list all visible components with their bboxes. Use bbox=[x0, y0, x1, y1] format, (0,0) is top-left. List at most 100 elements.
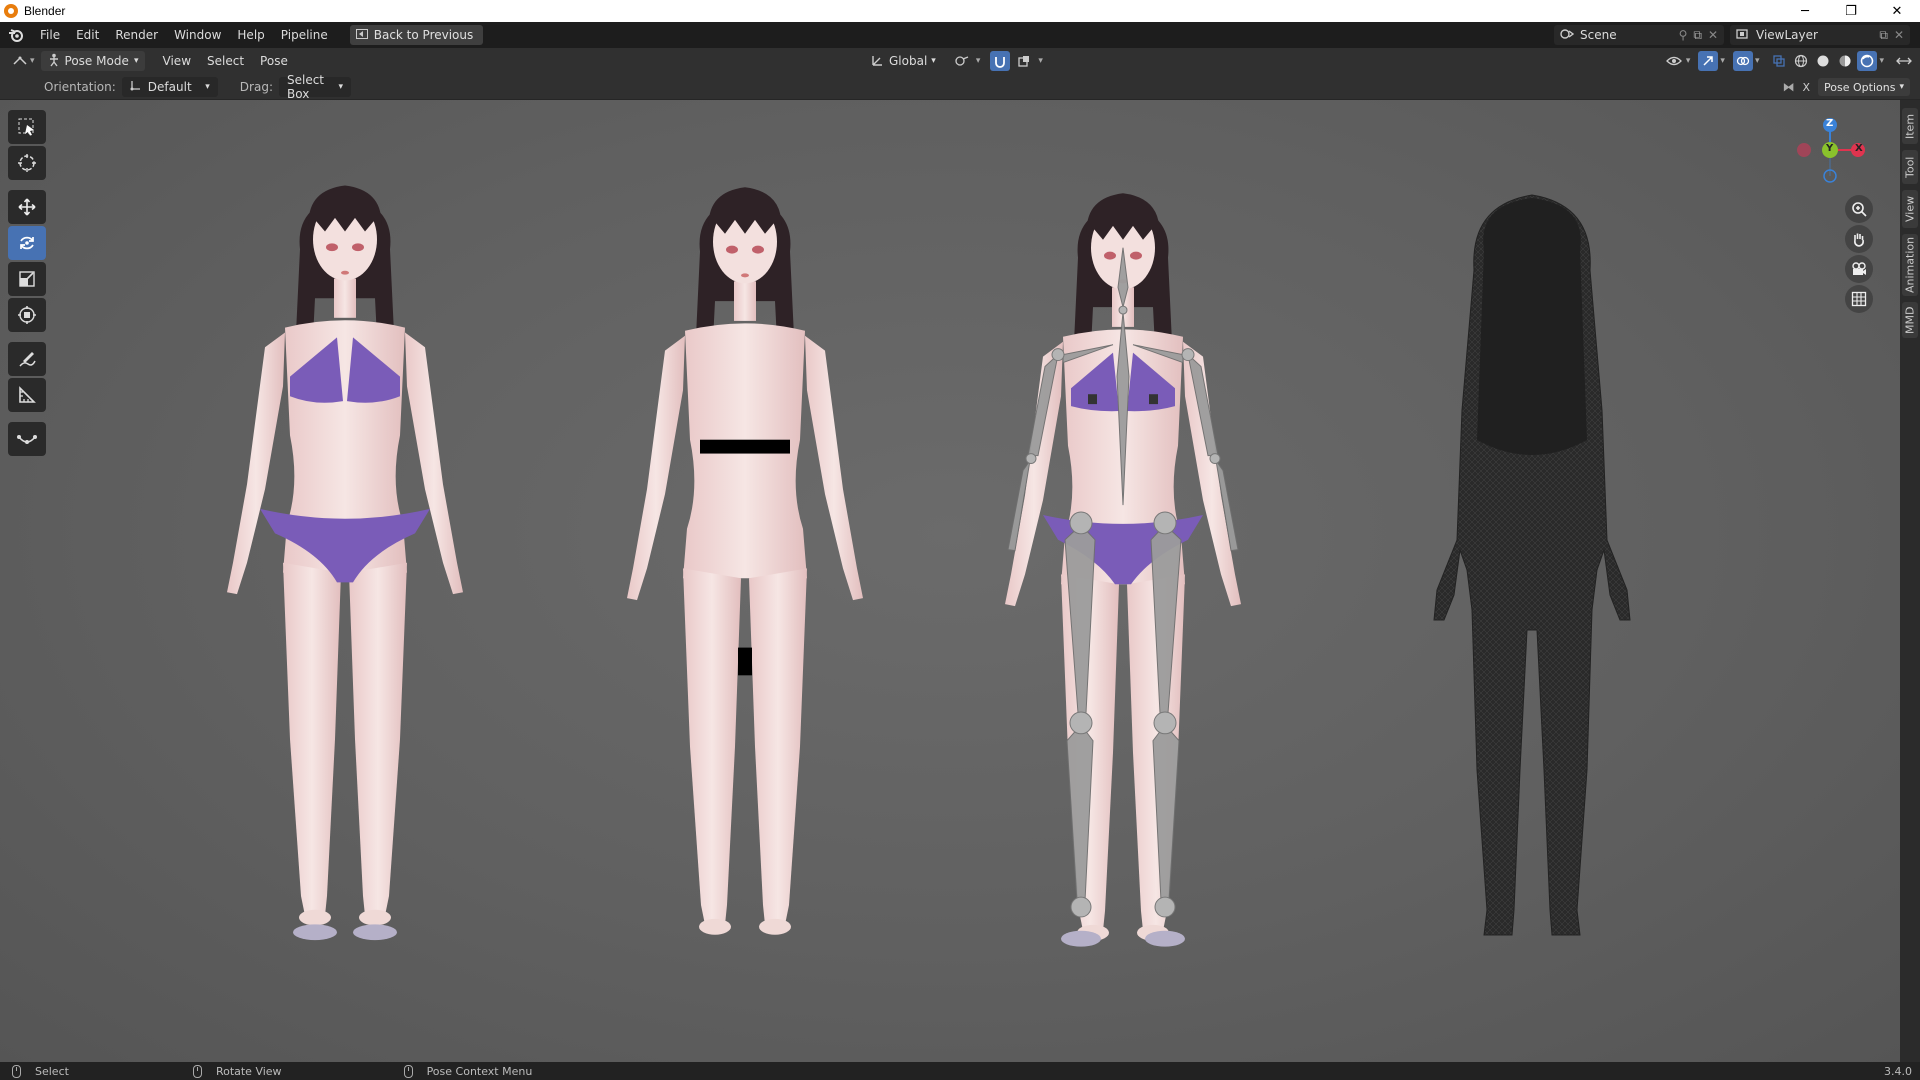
viewport-scene bbox=[227, 185, 1631, 947]
viewport-shading-controls: ▾ ▾ ▾ ▾ bbox=[1664, 51, 1914, 71]
pan-hand-icon[interactable] bbox=[1845, 225, 1873, 253]
breakdowner-tool-icon[interactable] bbox=[8, 422, 46, 456]
chevron-down-icon[interactable]: ▾ bbox=[1755, 56, 1760, 66]
menu-window[interactable]: Window bbox=[166, 22, 229, 48]
annotate-tool-icon[interactable] bbox=[8, 342, 46, 376]
perspective-grid-icon[interactable] bbox=[1845, 285, 1873, 313]
move-tool-icon[interactable] bbox=[8, 190, 46, 224]
material-shading-icon[interactable] bbox=[1835, 51, 1855, 71]
drag-selector[interactable]: Select Box ▾ bbox=[278, 73, 351, 101]
menu-help[interactable]: Help bbox=[229, 22, 272, 48]
editor-type-chevron-icon[interactable]: ▾ bbox=[30, 56, 35, 66]
character-wireframe[interactable] bbox=[1433, 194, 1631, 936]
visibility-eye-icon[interactable] bbox=[1664, 51, 1684, 71]
xray-toggle-icon[interactable] bbox=[1769, 51, 1789, 71]
navigation-gizmo[interactable]: Z Y X bbox=[1790, 108, 1870, 188]
editor-type-icon[interactable] bbox=[10, 51, 30, 71]
scene-selector-area: Scene ⚲ ⧉ ✕ ViewLayer ⧉ ✕ bbox=[1554, 22, 1920, 48]
top-menu-bar: File Edit Render Window Help Pipeline Ba… bbox=[0, 22, 1920, 48]
rotate-tool-icon[interactable] bbox=[8, 226, 46, 260]
measure-tool-icon[interactable] bbox=[8, 378, 46, 412]
menu-edit[interactable]: Edit bbox=[68, 22, 107, 48]
gizmo-toggle-icon[interactable] bbox=[1698, 51, 1719, 71]
remove-scene-icon[interactable]: ✕ bbox=[1708, 28, 1718, 42]
character-censored[interactable] bbox=[627, 187, 863, 935]
sidebar-tab-tool[interactable]: Tool bbox=[1902, 150, 1918, 184]
tool-settings-bar: Orientation: Default ▾ Drag: Select Box … bbox=[0, 73, 1920, 101]
mirror-icon[interactable]: ⧓ bbox=[1783, 80, 1795, 94]
menu-render[interactable]: Render bbox=[107, 22, 166, 48]
orientation-label: Orientation: bbox=[44, 79, 116, 94]
view-layer-name: ViewLayer bbox=[1756, 28, 1818, 42]
pivot-point-icon[interactable] bbox=[952, 51, 972, 71]
solid-shading-icon[interactable] bbox=[1813, 51, 1833, 71]
new-scene-icon[interactable]: ⧉ bbox=[1693, 28, 1702, 43]
pin-icon[interactable]: ⚲ bbox=[1679, 28, 1688, 42]
cursor-tool-icon[interactable] bbox=[8, 146, 46, 180]
pose-options-dropdown[interactable]: Pose Options ▾ bbox=[1818, 78, 1910, 96]
menu-pose[interactable]: Pose bbox=[252, 54, 296, 68]
chevron-down-icon[interactable]: ▾ bbox=[1720, 56, 1725, 66]
status-bar: Select Rotate View Pose Context Menu 3.4… bbox=[0, 1062, 1920, 1080]
drag-label: Drag: bbox=[239, 79, 273, 94]
maximize-button[interactable]: ❐ bbox=[1828, 0, 1874, 22]
chevron-down-icon: ▾ bbox=[205, 81, 210, 92]
character-bikini[interactable] bbox=[227, 185, 463, 941]
transform-tool-icon[interactable] bbox=[8, 298, 46, 332]
camera-view-icon[interactable] bbox=[1845, 255, 1873, 283]
chevron-down-icon[interactable]: ▾ bbox=[1879, 56, 1884, 66]
minimize-button[interactable]: ─ bbox=[1782, 0, 1828, 22]
menu-file[interactable]: File bbox=[32, 22, 68, 48]
scale-tool-icon[interactable] bbox=[8, 262, 46, 296]
sidebar-tab-view[interactable]: View bbox=[1902, 190, 1918, 228]
zoom-icon[interactable] bbox=[1845, 195, 1873, 223]
sidebar-tab-animation[interactable]: Animation bbox=[1902, 234, 1918, 296]
wireframe-shading-icon[interactable] bbox=[1791, 51, 1811, 71]
window-controls: ─ ❐ ✕ bbox=[1782, 0, 1920, 22]
menu-select[interactable]: Select bbox=[199, 54, 252, 68]
menu-pipeline[interactable]: Pipeline bbox=[273, 22, 336, 48]
status-pose-context: Pose Context Menu bbox=[403, 1064, 533, 1078]
x-mirror-toggle[interactable]: X bbox=[1803, 81, 1811, 94]
sidebar-tab-mmd[interactable]: MMD bbox=[1902, 302, 1918, 338]
rendered-shading-icon[interactable] bbox=[1857, 51, 1878, 71]
mode-label: Pose Mode bbox=[64, 54, 129, 68]
new-view-layer-icon[interactable]: ⧉ bbox=[1879, 28, 1888, 43]
character-armature[interactable] bbox=[1005, 193, 1241, 947]
snap-toggle-icon[interactable] bbox=[990, 51, 1011, 71]
transform-orientation-selector[interactable]: Global ▾ bbox=[865, 51, 942, 71]
mode-selector[interactable]: Pose Mode ▾ bbox=[40, 51, 145, 71]
orientation-value: Default bbox=[147, 79, 192, 94]
chevron-down-icon[interactable]: ▾ bbox=[1686, 56, 1691, 66]
gizmo-x-label: X bbox=[1855, 143, 1863, 154]
select-box-tool-icon[interactable] bbox=[8, 110, 46, 144]
chevron-down-icon[interactable]: ▾ bbox=[1038, 56, 1043, 66]
back-to-previous-button[interactable]: Back to Previous bbox=[349, 25, 484, 45]
blender-logo-icon[interactable] bbox=[0, 22, 32, 48]
sidebar-tab-item[interactable]: Item bbox=[1902, 108, 1918, 144]
scene-selector[interactable]: Scene ⚲ ⧉ ✕ bbox=[1554, 25, 1724, 45]
scene-name: Scene bbox=[1580, 28, 1617, 42]
pose-options-label: Pose Options bbox=[1824, 80, 1896, 94]
drag-value: Select Box bbox=[286, 72, 325, 101]
sidebar-toggle-icon[interactable] bbox=[1894, 51, 1914, 71]
gizmo-z-label: Z bbox=[1826, 118, 1834, 129]
3d-viewport[interactable]: Z Y X bbox=[0, 100, 1900, 1062]
close-button[interactable]: ✕ bbox=[1874, 0, 1920, 22]
chevron-down-icon[interactable]: ▾ bbox=[976, 56, 981, 66]
remove-view-layer-icon[interactable]: ✕ bbox=[1894, 28, 1904, 42]
status-rotate-view: Rotate View bbox=[192, 1064, 282, 1078]
left-mouse-icon bbox=[12, 1064, 21, 1078]
status-select: Select bbox=[12, 1064, 69, 1078]
view-layer-selector[interactable]: ViewLayer ⧉ ✕ bbox=[1730, 25, 1910, 45]
status-pose-context-label: Pose Context Menu bbox=[426, 1064, 533, 1078]
menu-view[interactable]: View bbox=[155, 54, 199, 68]
right-mouse-icon bbox=[403, 1064, 413, 1078]
sidebar-tabs: Item Tool View Animation MMD bbox=[1900, 100, 1920, 1062]
back-icon bbox=[355, 28, 368, 42]
orientation-selector[interactable]: Default ▾ bbox=[121, 76, 218, 97]
window-title: Blender bbox=[24, 4, 66, 18]
orientation-axes-icon bbox=[130, 79, 142, 94]
snap-target-icon[interactable] bbox=[1014, 51, 1034, 71]
overlays-toggle-icon[interactable] bbox=[1732, 51, 1753, 71]
